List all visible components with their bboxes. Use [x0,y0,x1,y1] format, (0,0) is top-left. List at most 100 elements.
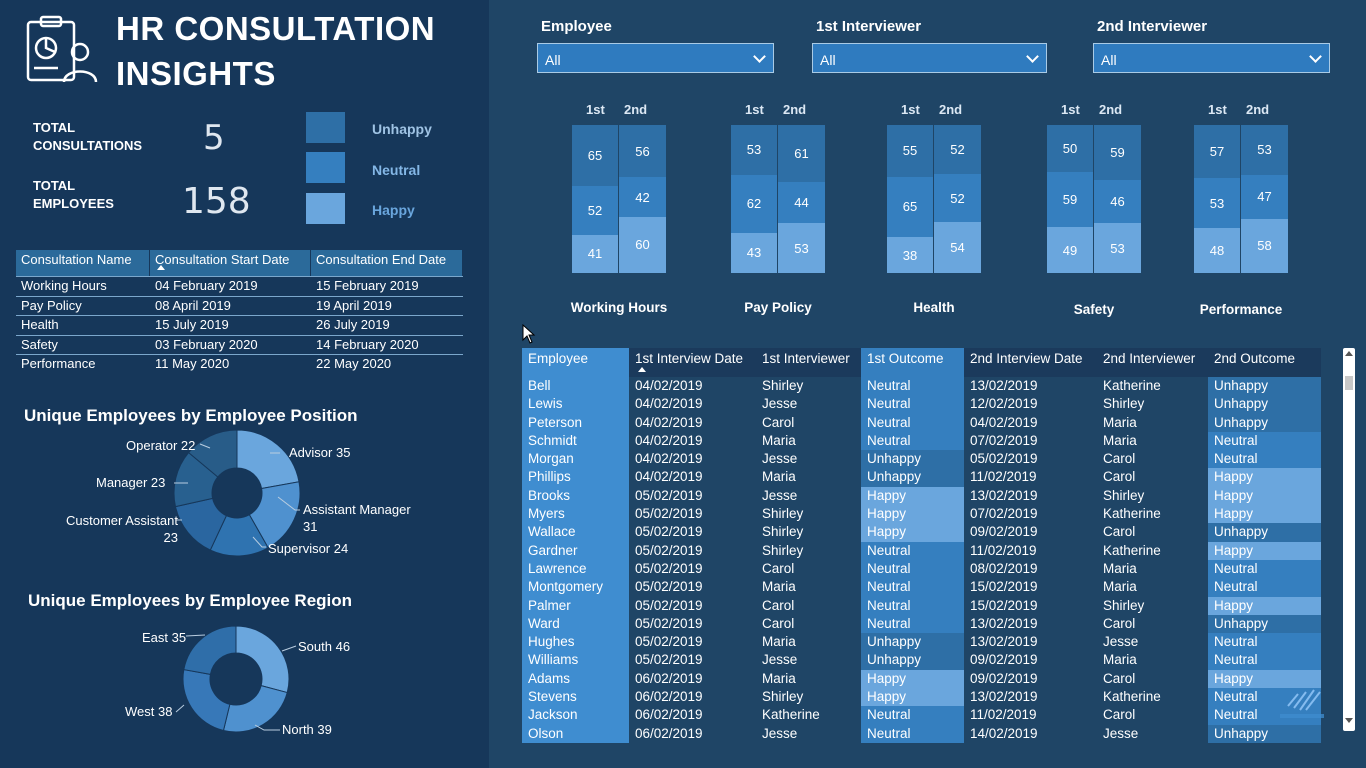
stack-segment-happy[interactable]: 43 [731,232,778,273]
stack-segment-neutral[interactable]: 47 [1241,174,1288,219]
second-interview-date-cell: 13/02/2019 [970,634,1038,650]
table-row[interactable]: Myers 05/02/2019 Shirley Happy 07/02/2019 Kat… [522,505,1321,524]
table-row[interactable]: Pay Policy 08 April 2019 19 April 2019 [16,297,463,316]
table-row[interactable]: Jackson 06/02/2019 Katherine Neutral 11/02/2… [522,706,1321,725]
second-interviewer-cell: Shirley [1103,487,1145,503]
donut-slice-east[interactable] [183,625,237,675]
stack-segment-happy[interactable]: 48 [1194,228,1241,273]
stack-segment-neutral[interactable]: 44 [778,182,825,224]
stack-segment-unhappy[interactable]: 65 [572,125,619,186]
column-header-start-date[interactable]: Consultation Start Date [150,250,311,276]
donut-slice-west[interactable] [182,668,231,732]
stack-segment-unhappy[interactable]: 50 [1047,125,1094,172]
donut-slice-south[interactable] [235,625,290,694]
table-row[interactable]: Williams 05/02/2019 Jesse Unhappy 09/02/2019… [522,651,1321,670]
table-row[interactable]: Ward 05/02/2019 Carol Neutral 13/02/2019 Caro… [522,614,1321,634]
stack-segment-happy[interactable]: 49 [1047,227,1094,273]
stack-segment-unhappy[interactable]: 59 [1094,125,1141,181]
legend-swatch-unhappy [306,112,345,143]
detail-table-scrollbar[interactable] [1343,348,1355,731]
column-header-first-outcome[interactable]: 1st Outcome [861,348,964,377]
second-outcome-cell: Happy [1208,541,1321,560]
stack-segment-unhappy[interactable]: 52 [934,125,981,174]
first-interviewer-cell: Maria [762,469,796,485]
scroll-down-arrow-icon[interactable] [1345,718,1353,723]
stack-segment-happy[interactable]: 58 [1241,218,1288,273]
detail-table-header: Employee 1st Interview Date 1st Intervie… [522,348,1321,377]
stack-segment-unhappy[interactable]: 55 [887,125,934,177]
column-header-employee[interactable]: Employee [522,348,629,377]
table-row[interactable]: Montgomery 05/02/2019 Maria Neutral 15/02/20… [522,578,1321,597]
stack-segment-happy[interactable]: 53 [778,223,825,273]
table-row[interactable]: Phillips 04/02/2019 Maria Unhappy 11/02/2019… [522,468,1321,487]
column-header-second-outcome[interactable]: 2nd Outcome [1208,348,1321,377]
stack-segment-neutral[interactable]: 42 [619,177,666,217]
stack-segment-unhappy[interactable]: 53 [1241,125,1288,175]
column-header-first-interview-date[interactable]: 1st Interview Date [629,348,756,377]
stack-segment-happy[interactable]: 41 [572,234,619,273]
column-header-second-interviewer[interactable]: 2nd Interviewer [1097,348,1208,377]
total-employees-value: 158 [182,181,251,222]
table-row[interactable]: Safety 03 February 2020 14 February 2020 [16,336,463,355]
stack-segment-happy[interactable]: 60 [619,216,666,273]
first-interview-date-cell: 05/02/2019 [635,560,703,576]
table-row[interactable]: Working Hours 04 February 2019 15 Februa… [16,277,463,297]
stack-segment-unhappy[interactable]: 61 [778,125,825,183]
stack-segment-unhappy[interactable]: 56 [619,125,666,178]
table-row[interactable]: Morgan 04/02/2019 Jesse Unhappy 05/02/2019 Ca… [522,450,1321,469]
column-header-consultation-name[interactable]: Consultation Name [16,250,150,276]
stack-segment-neutral[interactable]: 53 [1194,178,1241,229]
table-row[interactable]: Hughes 05/02/2019 Maria Unhappy 13/02/2019 Je… [522,633,1321,652]
column-header-end-date[interactable]: Consultation End Date [311,250,463,276]
scrollbar-thumb[interactable] [1345,376,1353,390]
table-row[interactable]: Lewis 04/02/2019 Jesse Neutral 12/02/2019 Shi… [522,395,1321,414]
position-label-assistant-manager: Assistant Manager 31 [303,502,411,534]
table-row[interactable]: Palmer 05/02/2019 Carol Neutral 15/02/2019 Sh… [522,596,1321,615]
stack-segment-happy[interactable]: 38 [887,237,934,273]
table-row[interactable]: Brooks 05/02/2019 Jesse Happy 13/02/2019 Shir… [522,486,1321,506]
employee-slicer-dropdown[interactable]: All [537,43,774,73]
stack-segment-unhappy[interactable]: 57 [1194,125,1241,179]
first-interviewer-slicer-dropdown[interactable]: All [812,43,1047,73]
table-row[interactable]: Adams 06/02/2019 Maria Happy 09/02/2019 Carol… [522,669,1321,689]
first-interviewer-cell: Shirley [762,378,804,393]
table-row[interactable]: Stevens 06/02/2019 Shirley Happy 13/02/2019 K… [522,688,1321,707]
stack-segment-neutral[interactable]: 59 [1047,171,1094,228]
second-interviewer-cell: Maria [1103,579,1137,595]
stack-segment-neutral[interactable]: 46 [1094,180,1141,224]
stack-segment-happy[interactable]: 54 [934,222,981,273]
position-label-manager: Manager 23 [96,475,166,490]
stack-segment-neutral[interactable]: 52 [572,185,619,235]
stack-segment-happy[interactable]: 53 [1094,223,1141,273]
table-row[interactable]: Bell 04/02/2019 Shirley Neutral 13/02/2019 Ka… [522,377,1321,396]
column-header-first-interviewer[interactable]: 1st Interviewer [756,348,861,377]
table-row[interactable]: Peterson 04/02/2019 Carol Neutral 04/02/2019… [522,413,1321,432]
stack-segment-neutral[interactable]: 65 [887,176,934,238]
stack-segment-neutral[interactable]: 52 [934,173,981,223]
table-row[interactable]: Health 15 July 2019 26 July 2019 [16,316,463,336]
table-row[interactable]: Gardner 05/02/2019 Shirley Neutral 11/02/201… [522,541,1321,560]
second-interviewer-slicer-dropdown[interactable]: All [1093,43,1330,73]
position-chart-title: Unique Employees by Employee Position [24,406,358,425]
mouse-cursor-icon [522,324,536,344]
stack-column-header: 1st [901,102,920,117]
stack-column-header: 2nd [783,102,807,117]
start-date-cell: 03 February 2020 [155,336,258,352]
table-row[interactable]: Schmidt 04/02/2019 Maria Neutral 07/02/2019 M… [522,431,1321,451]
stack-segment-neutral[interactable]: 62 [731,174,778,233]
second-interview-date-cell: 05/02/2019 [970,451,1038,467]
stack-segment-unhappy[interactable]: 53 [731,125,778,175]
first-interview-date-cell: 05/02/2019 [635,597,703,613]
donut-slice-north[interactable] [222,685,288,733]
table-row[interactable]: Lawrence 05/02/2019 Carol Neutral 08/02/2019… [522,559,1321,579]
first-interviewer-cell: Katherine [762,707,820,723]
first-interviewer-cell: Carol [762,597,795,613]
first-outcome-cell: Happy [861,505,964,524]
scroll-up-arrow-icon[interactable] [1345,351,1353,356]
column-header-second-interview-date[interactable]: 2nd Interview Date [964,348,1097,377]
region-donut-chart[interactable] [181,624,291,734]
table-row[interactable]: Wallace 05/02/2019 Shirley Happy 09/02/2019 C… [522,523,1321,542]
table-row[interactable]: Performance 11 May 2020 22 May 2020 [16,355,463,375]
table-row[interactable]: Olson 06/02/2019 Jesse Neutral 14/02/2019 Jes… [522,724,1321,743]
second-interviewer-cell: Carol [1103,524,1136,540]
